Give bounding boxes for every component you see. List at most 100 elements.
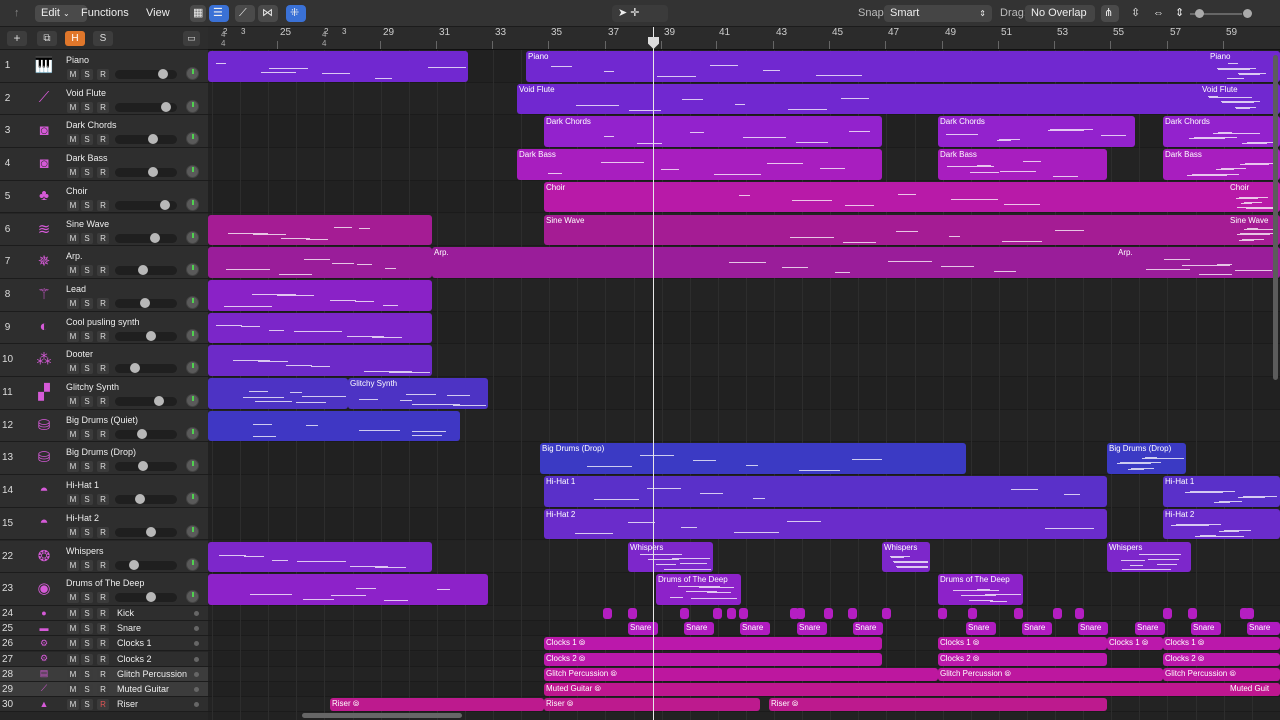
pan-knob[interactable] [186,361,199,375]
mute-button[interactable]: M [67,592,79,604]
mute-button[interactable]: M [67,297,79,309]
solo-button[interactable]: S [81,199,93,211]
record-button[interactable]: R [97,592,109,604]
mute-button[interactable]: M [67,199,79,211]
region[interactable] [208,541,432,573]
region[interactable]: Clocks 1 ⦾ [938,637,1107,651]
region[interactable]: Clocks 1 ⦾ [544,637,882,651]
region[interactable]: Snare [966,622,996,636]
kick-region[interactable] [848,607,857,620]
record-button[interactable]: R [97,494,109,506]
record-button[interactable]: R [97,607,109,619]
region[interactable]: Snare [1191,622,1221,636]
region[interactable]: Snare [797,622,827,636]
region[interactable]: Glitch Percussion ⦾ [1163,667,1280,681]
record-button[interactable]: R [97,330,109,342]
grid-view-icon[interactable]: ▦ [190,5,206,22]
region[interactable]: Sine Wave [544,214,1280,246]
record-button[interactable]: R [97,461,109,473]
mute-button[interactable]: M [67,494,79,506]
mute-button[interactable]: M [67,101,79,113]
volume-knob[interactable] [129,559,139,570]
solo-button[interactable]: S [81,134,93,146]
zoom-arrows-icon[interactable]: ⇕ [1172,5,1186,22]
kick-region[interactable] [824,607,833,620]
solo-button[interactable]: S [81,653,93,665]
solo-button[interactable]: S [81,101,93,113]
pan-knob[interactable] [186,67,199,80]
region[interactable]: Dark Bass [1163,149,1280,180]
waveform-zoom-icon[interactable]: ⋔ [1101,5,1119,22]
region[interactable] [208,279,432,311]
volume-slider[interactable] [115,364,177,374]
region[interactable]: Dark Bass [517,149,882,180]
volume-knob[interactable] [154,396,164,406]
mute-button[interactable]: M [67,623,79,635]
region[interactable]: Clocks 2 ⦾ [544,652,882,666]
region[interactable]: Snare [740,622,770,636]
region[interactable]: Hi-Hat 2 [544,508,1107,540]
volume-slider[interactable] [115,168,177,178]
record-enable-dot[interactable] [194,626,199,632]
record-button[interactable]: R [97,559,109,571]
kick-region[interactable] [713,607,722,620]
solo-button[interactable]: S [81,363,93,375]
region[interactable] [208,345,432,376]
mute-button[interactable]: M [67,461,79,473]
record-button[interactable]: R [97,396,109,407]
volume-knob[interactable] [146,330,156,341]
track-header-5[interactable]: 5 ♣ Choir M S R [0,180,208,214]
solo-button[interactable]: S [81,668,93,680]
solo-button[interactable]: S [81,638,93,650]
track-header-20[interactable]: 26 ⚙ M S R Clocks 1 [0,636,208,652]
record-button[interactable]: R [97,668,109,680]
solo-button[interactable]: S [81,396,93,407]
region[interactable]: Riser ⦾ [544,698,760,712]
vertical-scrollbar[interactable] [1273,55,1278,380]
region[interactable]: Muted Guitar ⦾ [544,682,1280,697]
pan-knob[interactable] [186,295,199,309]
track-header-11[interactable]: 11 ▞ Glitchy Synth M S R [0,377,208,410]
track-header-22[interactable]: 28 ▤ M S R Glitch Percussion [0,666,208,682]
region[interactable]: Muted Guit [1228,682,1280,697]
region[interactable]: Riser ⦾ [769,698,1107,712]
region[interactable]: Clocks 2 ⦾ [938,652,1107,666]
track-header-10[interactable]: 10 ⁂ Dooter M S R [0,344,208,377]
record-button[interactable]: R [97,167,109,179]
mute-button[interactable]: M [67,653,79,665]
tool-menus[interactable]: ➤ ✛ [612,5,668,22]
solo-button[interactable]: S [81,297,93,309]
region[interactable] [208,214,432,246]
solo-button[interactable]: S [81,623,93,635]
mute-button[interactable]: M [67,134,79,146]
kick-region[interactable] [727,607,736,620]
pan-knob[interactable] [186,230,199,244]
record-button[interactable]: R [97,699,109,711]
pan-knob[interactable] [186,197,199,211]
flex-icon[interactable]: ⋈ [258,5,278,22]
region[interactable]: Glitchy Synth [348,378,488,409]
horizontal-scrollbar[interactable] [302,713,462,718]
vertical-zoom-icon[interactable]: ⇳ [1128,5,1144,22]
solo-button[interactable]: S [81,526,93,538]
mute-button[interactable]: M [67,232,79,244]
region[interactable]: Piano [526,51,1280,82]
solo-global-button[interactable]: S [93,31,113,46]
solo-button[interactable]: S [81,428,93,440]
global-tracks-icon[interactable]: ▭ [183,31,200,46]
record-button[interactable]: R [97,623,109,635]
region[interactable]: Glitch Percussion ⦾ [544,667,938,681]
region[interactable]: Big Drums (Drop) [540,443,966,475]
solo-button[interactable]: S [81,683,93,695]
pan-knob[interactable] [186,524,199,538]
volume-knob[interactable] [160,199,170,210]
record-button[interactable]: R [97,683,109,695]
mute-button[interactable]: M [67,699,79,711]
region[interactable]: Drums of The Deep [656,574,741,605]
mute-button[interactable]: M [67,526,79,538]
pan-knob[interactable] [186,328,199,342]
pan-knob[interactable] [186,165,199,179]
region[interactable]: Riser ⦾ [330,698,544,712]
volume-knob[interactable] [150,232,160,243]
region[interactable]: Whispers [882,541,930,573]
